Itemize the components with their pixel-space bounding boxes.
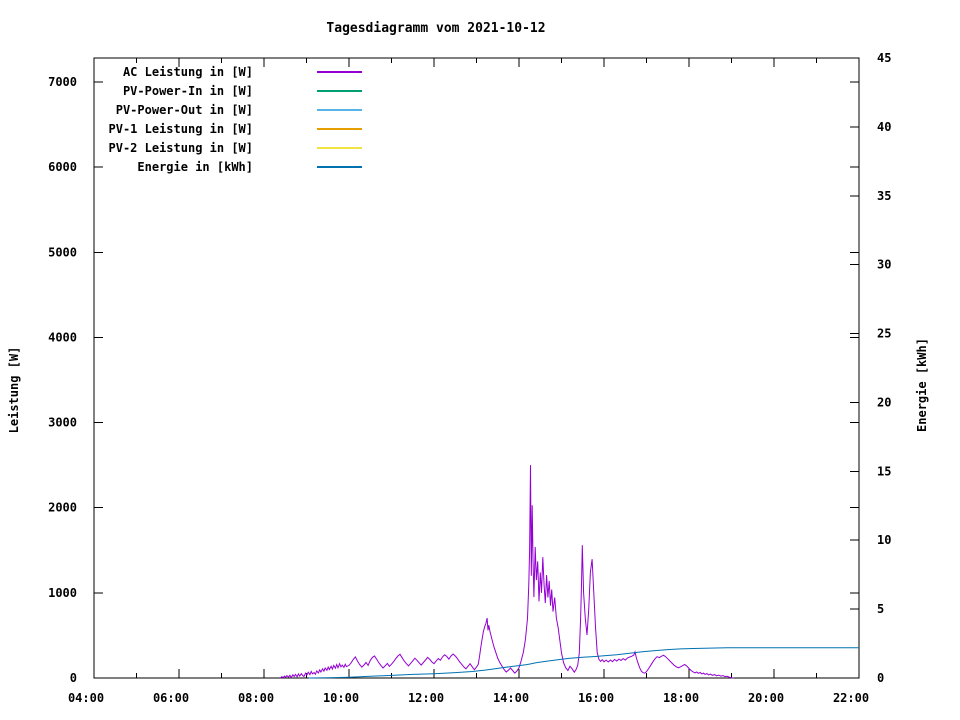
y1-tick-label: 6000 (48, 160, 77, 174)
y2-tick-label: 40 (877, 120, 891, 134)
tagesdiagramm-chart: Tagesdiagramm vom 2021-10-12 Leistung [W… (0, 0, 960, 720)
y2-tick-label: 15 (877, 464, 891, 478)
x-tick-label: 10:00 (323, 691, 359, 705)
x-tick-label: 22:00 (833, 691, 869, 705)
y1-tick-label: 0 (70, 671, 77, 685)
x-tick-label: 06:00 (153, 691, 189, 705)
y1-tick-label: 4000 (48, 330, 77, 344)
y2-tick-label: 25 (877, 327, 891, 341)
y2-tick-label: 45 (877, 51, 891, 65)
y1-tick-label: 2000 (48, 501, 77, 515)
y1-tick-label: 1000 (48, 586, 77, 600)
y1-tick-label: 7000 (48, 75, 77, 89)
x-tick-label: 18:00 (663, 691, 699, 705)
series-ac_leistung (279, 465, 734, 679)
x-tick-label: 04:00 (68, 691, 104, 705)
plot-border (93, 57, 860, 679)
y2-tick-label: 35 (877, 189, 891, 203)
y2-tick-label: 10 (877, 533, 891, 547)
x-tick-label: 20:00 (748, 691, 784, 705)
y1-tick-label: 5000 (48, 245, 77, 259)
x-tick-label: 16:00 (578, 691, 614, 705)
y2-tick-label: 5 (877, 602, 884, 616)
x-tick-label: 14:00 (493, 691, 529, 705)
x-tick-label: 08:00 (238, 691, 274, 705)
y2-tick-label: 30 (877, 258, 891, 272)
y2-tick-label: 0 (877, 671, 884, 685)
plot-svg: 0 1000 2000 3000 4000 5000 6000 7000 0 5 10 15 20 25 3… (48, 51, 891, 705)
y1-tick-label: 3000 (48, 416, 77, 430)
x-tick-label: 12:00 (408, 691, 444, 705)
y2-tick-label: 20 (877, 395, 891, 409)
